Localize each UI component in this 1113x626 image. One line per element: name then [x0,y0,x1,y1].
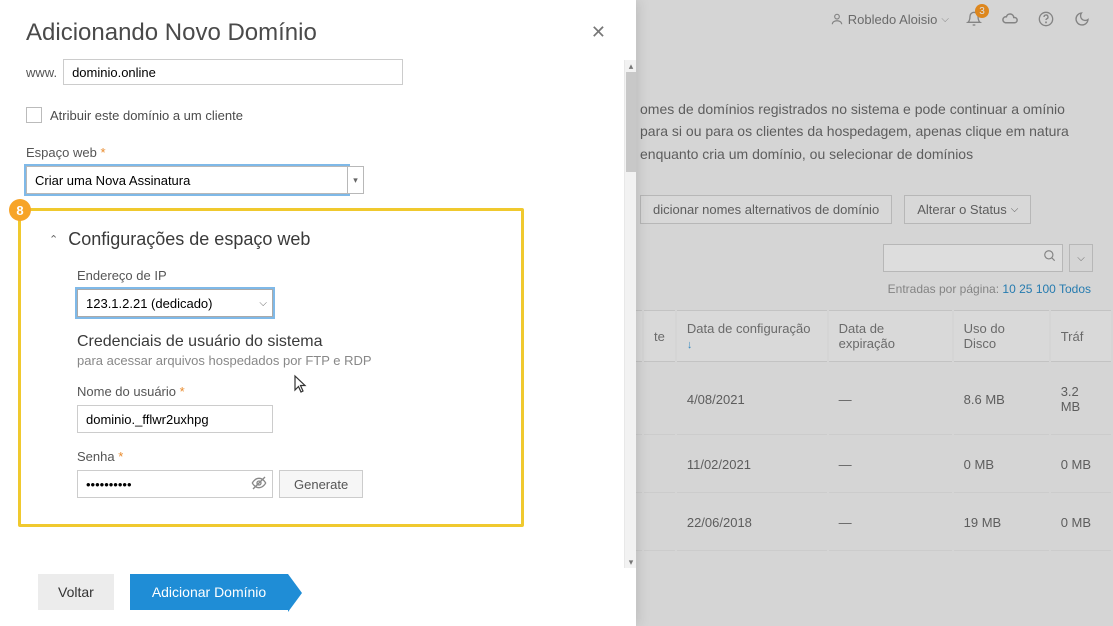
www-label: www. [26,65,57,80]
username-input[interactable] [77,405,273,433]
scroll-down-icon[interactable]: ▾ [625,556,637,568]
add-domain-modal: Adicionando Novo Domínio ✕ www. Atribuir… [0,0,636,626]
section-title: Configurações de espaço web [68,229,310,250]
password-input[interactable] [77,470,273,498]
assign-client-label: Atribuir este domínio a um cliente [50,108,243,123]
webspace-label: Espaço web * [26,145,610,160]
scroll-up-icon[interactable]: ▴ [625,60,637,72]
domain-name-input[interactable] [63,59,403,85]
webspace-settings-section: 8 ⌃ Configurações de espaço web Endereço… [18,208,524,527]
back-button[interactable]: Voltar [38,574,114,610]
add-domain-button[interactable]: Adicionar Domínio [130,574,288,610]
password-label: Senha * [77,449,493,464]
credentials-heading: Credenciais de usuário do sistema [77,333,493,351]
scrollbar-thumb[interactable] [626,72,636,172]
scrollbar[interactable]: ▴ ▾ [624,60,636,568]
webspace-dropdown-button[interactable]: ▾ [348,166,364,194]
step-badge: 8 [9,199,31,221]
modal-title: Adicionando Novo Domínio [26,19,317,47]
webspace-select[interactable] [26,166,348,194]
credentials-subtext: para acessar arquivos hospedados por FTP… [77,353,493,368]
chevron-down-icon: ▾ [353,175,358,186]
collapse-icon[interactable]: ⌃ [49,233,58,246]
generate-password-button[interactable]: Generate [279,470,363,498]
ip-address-label: Endereço de IP [77,268,493,283]
username-label: Nome do usuário * [77,384,493,399]
close-icon[interactable]: ✕ [587,18,610,47]
assign-client-checkbox[interactable] [26,107,42,123]
show-password-icon[interactable] [251,475,267,494]
ip-address-select[interactable] [77,289,273,317]
